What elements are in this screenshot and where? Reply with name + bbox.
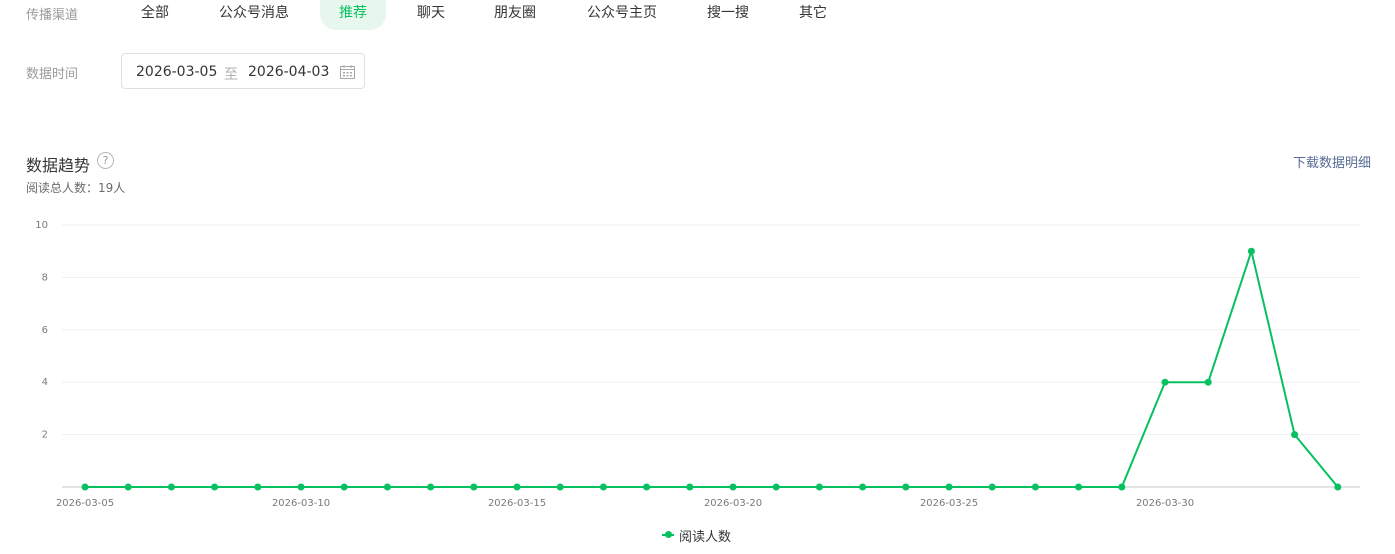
data-point	[772, 483, 780, 491]
y-tick-label: 6	[42, 325, 48, 336]
data-point	[383, 483, 391, 491]
data-point	[902, 483, 910, 491]
data-point	[340, 483, 348, 491]
x-tick-label: 2026-03-05	[56, 498, 114, 509]
data-point	[988, 483, 996, 491]
x-tick-label: 2026-03-25	[920, 498, 978, 509]
data-point	[1161, 378, 1169, 386]
data-point	[254, 483, 262, 491]
channel-tab[interactable]: 公众号消息	[219, 0, 289, 30]
data-point	[1118, 483, 1126, 491]
data-point	[1247, 247, 1255, 255]
data-point	[297, 483, 305, 491]
channel-tab[interactable]: 推荐	[320, 0, 386, 30]
data-point	[1075, 483, 1083, 491]
y-tick-label: 4	[42, 377, 48, 388]
download-details-link[interactable]: 下载数据明细	[1293, 152, 1371, 171]
data-point	[1291, 431, 1299, 439]
date-range-picker[interactable]: 2026-03-05 至 2026-04-03	[121, 53, 365, 89]
total-readers-text: 阅读总人数：19人	[26, 181, 126, 195]
data-point	[470, 483, 478, 491]
date-label: 数据时间	[26, 67, 79, 82]
data-point	[124, 483, 132, 491]
data-point	[81, 483, 89, 491]
x-tick-label: 2026-03-20	[704, 498, 762, 509]
series-line	[85, 250, 1339, 488]
data-point	[427, 483, 435, 491]
calendar-icon[interactable]	[340, 65, 355, 79]
date-end-input[interactable]: 2026-04-03	[248, 64, 329, 80]
data-point	[859, 483, 867, 491]
data-point	[1031, 483, 1039, 491]
date-separator: 至	[224, 67, 238, 83]
data-point	[599, 483, 607, 491]
date-start-input[interactable]: 2026-03-05	[136, 64, 217, 80]
channel-tab[interactable]: 全部	[141, 0, 169, 30]
question-circle-icon[interactable]: ?	[97, 152, 114, 169]
data-point	[556, 483, 564, 491]
x-tick-label: 2026-03-10	[272, 498, 330, 509]
data-point	[729, 483, 737, 491]
data-point	[643, 483, 651, 491]
channel-tab[interactable]: 搜一搜	[707, 0, 749, 30]
data-point	[1334, 483, 1342, 491]
channel-tab[interactable]: 聊天	[417, 0, 445, 30]
data-point	[211, 483, 219, 491]
data-point	[686, 483, 694, 491]
data-point	[167, 483, 175, 491]
trend-title: 数据趋势	[26, 156, 91, 175]
x-tick-label: 2026-03-15	[488, 498, 546, 509]
channel-tab[interactable]: 其它	[799, 0, 827, 30]
data-point	[945, 483, 953, 491]
legend-series-label: 阅读人数	[679, 530, 732, 545]
y-tick-label: 2	[42, 430, 48, 441]
y-tick-label: 8	[42, 272, 48, 283]
legend-dot-swatch	[665, 531, 672, 538]
channel-filter-row: 传播渠道 全部 公众号消息 推荐 聊天 朋友圈 公众号主页 搜一搜 其它	[0, 0, 1395, 30]
channel-tab[interactable]: 公众号主页	[587, 0, 657, 30]
data-point	[815, 483, 823, 491]
data-point	[513, 483, 521, 491]
reader-trend-chart: 2 4 6 8 10 2026-03-05 2026-03-10 2026-03-15 2026…	[35, 220, 1360, 509]
channel-tab[interactable]: 朋友圈	[494, 0, 536, 30]
x-tick-label: 2026-03-30	[1136, 498, 1194, 509]
channel-label: 传播渠道	[26, 8, 79, 23]
y-tick-label: 10	[35, 220, 48, 231]
data-point	[1204, 378, 1212, 386]
